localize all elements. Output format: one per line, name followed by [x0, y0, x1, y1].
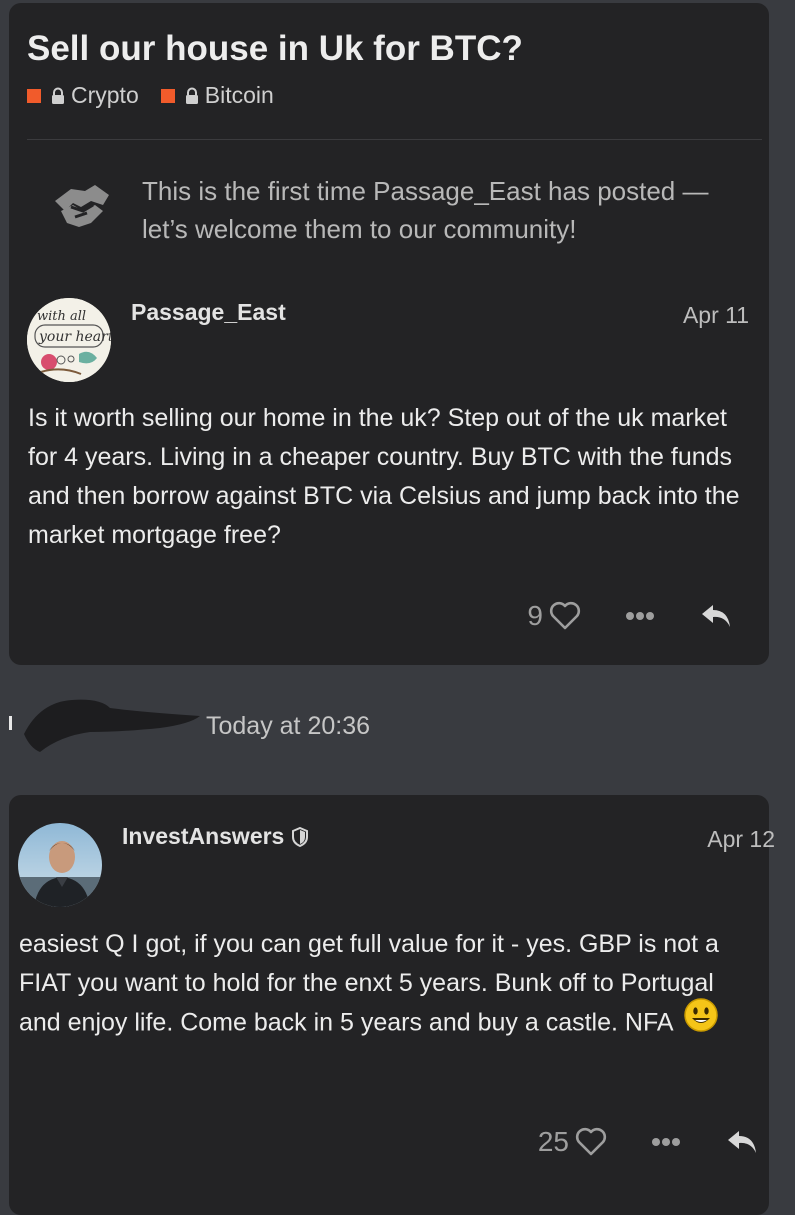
redacted-scribble [24, 699, 200, 752]
category-list: Crypto Bitcoin [27, 82, 296, 109]
post-date[interactable]: Apr 12 [707, 826, 775, 853]
category-label: Bitcoin [204, 82, 274, 108]
post-date[interactable]: Apr 11 [683, 302, 749, 329]
post-text: easiest Q I got, if you can get full val… [19, 930, 719, 1037]
category-color-swatch [160, 88, 175, 103]
reply-icon[interactable] [699, 601, 733, 631]
post-body: easiest Q I got, if you can get full val… [19, 925, 749, 1045]
reply-icon[interactable] [725, 1127, 759, 1157]
post-author[interactable]: InvestAnswers [122, 823, 309, 850]
category-color-swatch [27, 88, 41, 103]
heart-icon[interactable] [575, 1127, 607, 1157]
username-label[interactable]: Passage_East [131, 299, 286, 326]
category-label: Crypto [71, 82, 139, 108]
heart-icon[interactable] [549, 601, 581, 631]
time-gap-row: Today at 20:36 [0, 690, 795, 760]
svg-text:your heart: your heart [38, 329, 111, 345]
username-label[interactable]: InvestAnswers [122, 823, 284, 850]
more-options-icon[interactable] [651, 1137, 681, 1147]
like-count[interactable]: 9 [527, 600, 543, 632]
first-post-notice: This is the first time Passage_East has … [142, 176, 709, 244]
avatar[interactable] [18, 823, 102, 907]
category-bitcoin[interactable]: Bitcoin [160, 82, 274, 109]
more-options-icon[interactable] [625, 611, 655, 621]
svg-text:with all: with all [37, 309, 86, 324]
lock-icon [184, 87, 200, 105]
topic-card: Sell our house in Uk for BTC? Crypto Bit… [9, 3, 769, 665]
moderator-shield-icon [291, 826, 309, 847]
category-crypto[interactable]: Crypto [27, 82, 139, 109]
post-actions: 25 [538, 1126, 759, 1158]
like-count[interactable]: 25 [538, 1126, 569, 1158]
post-actions: 9 [527, 600, 733, 632]
timeline-marker [9, 716, 12, 730]
divider [27, 139, 762, 140]
lock-icon [50, 87, 66, 105]
handshake-icon [51, 181, 113, 236]
smiley-emoji-icon [683, 997, 719, 1045]
gap-timestamp: Today at 20:36 [206, 712, 371, 740]
avatar[interactable]: with all your heart [27, 298, 111, 382]
post-author[interactable]: Passage_East [131, 299, 286, 326]
topic-title[interactable]: Sell our house in Uk for BTC? [27, 29, 523, 69]
post-body: Is it worth selling our home in the uk? … [28, 404, 740, 549]
